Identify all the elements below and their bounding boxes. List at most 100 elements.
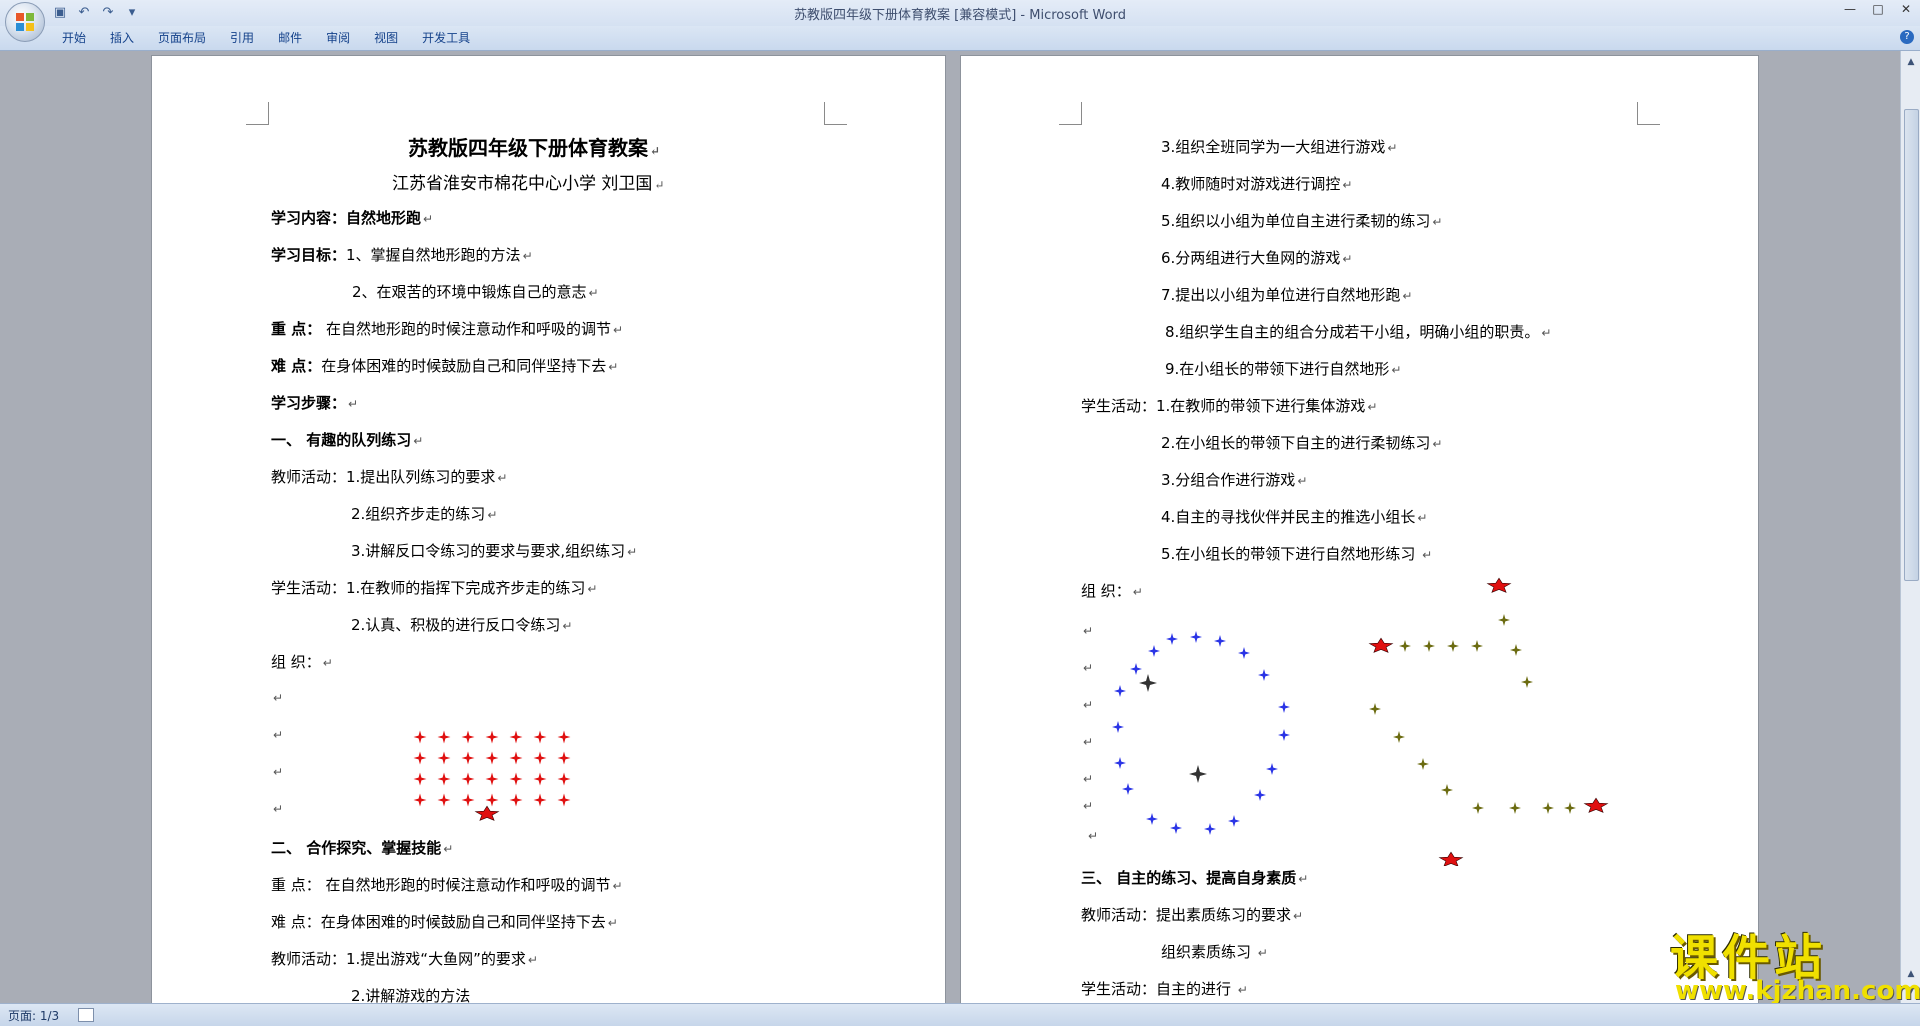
student-marker-icon xyxy=(1148,645,1160,657)
student-marker-icon xyxy=(485,793,499,807)
teacher-marker-icon xyxy=(474,805,500,821)
empty-paragraph: ↵ xyxy=(1083,661,1094,675)
student-marker-icon xyxy=(1238,647,1250,659)
help-icon[interactable]: ? xyxy=(1900,30,1914,44)
student-marker-icon xyxy=(1130,663,1142,675)
paragraph: 2、在艰苦的环境中锻炼自己的意志 ↵ xyxy=(352,283,599,301)
paragraph: 3.组织全班同学为一大组进行游戏 ↵ xyxy=(1161,138,1398,156)
student-marker-icon xyxy=(1542,802,1554,814)
paragraph: 2.在小组长的带领下自主的进行柔韧练习 ↵ xyxy=(1161,434,1443,452)
student-marker-icon xyxy=(461,793,475,807)
student-marker-icon xyxy=(1112,721,1124,733)
student-marker-icon xyxy=(1278,701,1290,713)
student-marker-icon xyxy=(1170,822,1182,834)
student-marker-icon xyxy=(1471,640,1483,652)
tab-insert[interactable]: 插入 xyxy=(98,29,146,47)
paragraph: 3.分组合作进行游戏 ↵ xyxy=(1161,471,1308,489)
close-button[interactable]: ✕ xyxy=(1892,0,1920,20)
student-marker-icon xyxy=(1228,815,1240,827)
formation-diagram-route xyxy=(1368,577,1609,866)
student-marker-icon xyxy=(485,730,499,744)
student-marker-icon xyxy=(1393,731,1405,743)
crop-mark xyxy=(1637,102,1660,125)
paragraph: 学生活动：1.在教师的指挥下完成齐步走的练习 ↵ xyxy=(271,579,598,597)
tab-page-layout[interactable]: 页面布局 xyxy=(146,29,218,47)
paragraph: 2.组织齐步走的练习 ↵ xyxy=(351,505,498,523)
empty-paragraph: ↵ xyxy=(1083,624,1094,638)
student-marker-icon xyxy=(509,751,523,765)
maximize-button[interactable]: □ xyxy=(1864,0,1892,20)
paragraph: 3.讲解反口令练习的要求与要求,组织练习 ↵ xyxy=(351,542,638,560)
paragraph: 5.在小组长的带领下进行自然地形练习 ↵ xyxy=(1161,545,1433,563)
empty-paragraph: ↵ xyxy=(1083,799,1094,813)
tab-view[interactable]: 视图 xyxy=(362,29,410,47)
document-title: 苏教版四年级下册体育教案 ↵ xyxy=(408,136,661,160)
tab-home[interactable]: 开始 xyxy=(50,29,98,47)
tab-developer[interactable]: 开发工具 xyxy=(410,29,482,47)
student-marker-icon xyxy=(533,793,547,807)
student-marker-icon xyxy=(509,730,523,744)
student-marker-icon xyxy=(557,730,571,744)
student-marker-icon xyxy=(413,793,427,807)
ribbon-tabs: 开始 插入 页面布局 引用 邮件 审阅 视图 开发工具 xyxy=(50,29,482,47)
student-marker-icon xyxy=(1258,669,1270,681)
proofing-status-icon[interactable] xyxy=(78,1008,94,1022)
office-button[interactable] xyxy=(5,2,45,42)
tab-review[interactable]: 审阅 xyxy=(314,29,362,47)
student-marker-icon xyxy=(1278,729,1290,741)
tab-references[interactable]: 引用 xyxy=(218,29,266,47)
watermark-url: www.kjzhan.com xyxy=(1675,976,1920,1006)
scroll-thumb[interactable] xyxy=(1904,109,1919,581)
empty-paragraph: ↵ xyxy=(273,765,284,779)
paragraph: 8.组织学生自主的组合分成若干小组，明确小组的职责。 ↵ xyxy=(1165,323,1552,341)
student-marker-icon xyxy=(533,772,547,786)
student-marker-icon xyxy=(413,772,427,786)
page-count-status[interactable]: 页面: 1/3 xyxy=(8,1007,59,1024)
paragraph: 教师活动：1.提出队列练习的要求 ↵ xyxy=(271,468,508,486)
status-bar: 页面: 1/3 xyxy=(0,1003,1920,1026)
scroll-up-icon[interactable]: ▲ xyxy=(1904,55,1918,69)
teacher-marker-icon xyxy=(1139,674,1157,692)
window-title: 苏教版四年级下册体育教案 [兼容模式] - Microsoft Word xyxy=(794,8,1126,23)
document-page-1[interactable]: 苏教版四年级下册体育教案 ↵ 江苏省淮安市棉花中心小学 刘卫国 ↵ 学习内容：自然地… xyxy=(152,56,945,1003)
document-workspace: 苏教版四年级下册体育教案 ↵ 江苏省淮安市棉花中心小学 刘卫国 ↵ 学习内容：自然地… xyxy=(0,51,1900,1003)
paragraph: 7.提出以小组为单位进行自然地形跑 ↵ xyxy=(1161,286,1413,304)
student-marker-icon xyxy=(461,751,475,765)
student-marker-icon xyxy=(461,730,475,744)
student-marker-icon xyxy=(1114,685,1126,697)
empty-paragraph: ↵ xyxy=(1083,698,1094,712)
student-marker-icon xyxy=(1122,783,1134,795)
student-marker-icon xyxy=(1498,614,1510,626)
student-marker-icon xyxy=(1266,763,1278,775)
vertical-scrollbar[interactable]: ▲ ▲ ▼ xyxy=(1900,51,1920,1003)
watermark-logo: 课件站 www.kjzhan.com xyxy=(1655,918,1920,1008)
student-marker-icon xyxy=(533,730,547,744)
paragraph: 教师活动：1.提出游戏“大鱼网”的要求 ↵ xyxy=(271,950,538,968)
student-marker-icon xyxy=(437,730,451,744)
student-marker-icon xyxy=(413,751,427,765)
student-marker-icon xyxy=(437,751,451,765)
student-marker-icon xyxy=(1510,644,1522,656)
tab-mailings[interactable]: 邮件 xyxy=(266,29,314,47)
paragraph: 重 点： 在自然地形跑的时候注意动作和呼吸的调节 ↵ xyxy=(271,320,624,338)
paragraph: 学习内容：自然地形跑 ↵ xyxy=(271,209,434,227)
office-logo-icon xyxy=(16,13,34,31)
paragraph: 4.教师随时对游戏进行调控 ↵ xyxy=(1161,175,1353,193)
paragraph: 9.在小组长的带领下进行自然地形 ↵ xyxy=(1165,360,1402,378)
minimize-button[interactable]: — xyxy=(1836,0,1864,20)
student-marker-icon xyxy=(437,772,451,786)
student-marker-icon xyxy=(1564,802,1576,814)
flag-marker-icon xyxy=(1368,637,1394,653)
student-marker-icon xyxy=(1447,640,1459,652)
student-marker-icon xyxy=(1399,640,1411,652)
document-page-2[interactable]: 3.组织全班同学为一大组进行游戏 ↵ 4.教师随时对游戏进行调控 ↵ 5.组织以小组… xyxy=(961,56,1758,1003)
document-subtitle: 江苏省淮安市棉花中心小学 刘卫国 ↵ xyxy=(392,174,665,194)
empty-paragraph: ↵ xyxy=(1083,772,1094,786)
empty-paragraph: ↵ xyxy=(273,802,284,816)
student-marker-icon xyxy=(485,772,499,786)
student-marker-icon xyxy=(485,751,499,765)
student-marker-icon xyxy=(1472,802,1484,814)
paragraph: 难 点：在身体困难的时候鼓励自己和同伴坚持下去 ↵ xyxy=(271,913,618,931)
empty-paragraph: ↵ xyxy=(273,691,284,705)
student-marker-icon xyxy=(1254,789,1266,801)
